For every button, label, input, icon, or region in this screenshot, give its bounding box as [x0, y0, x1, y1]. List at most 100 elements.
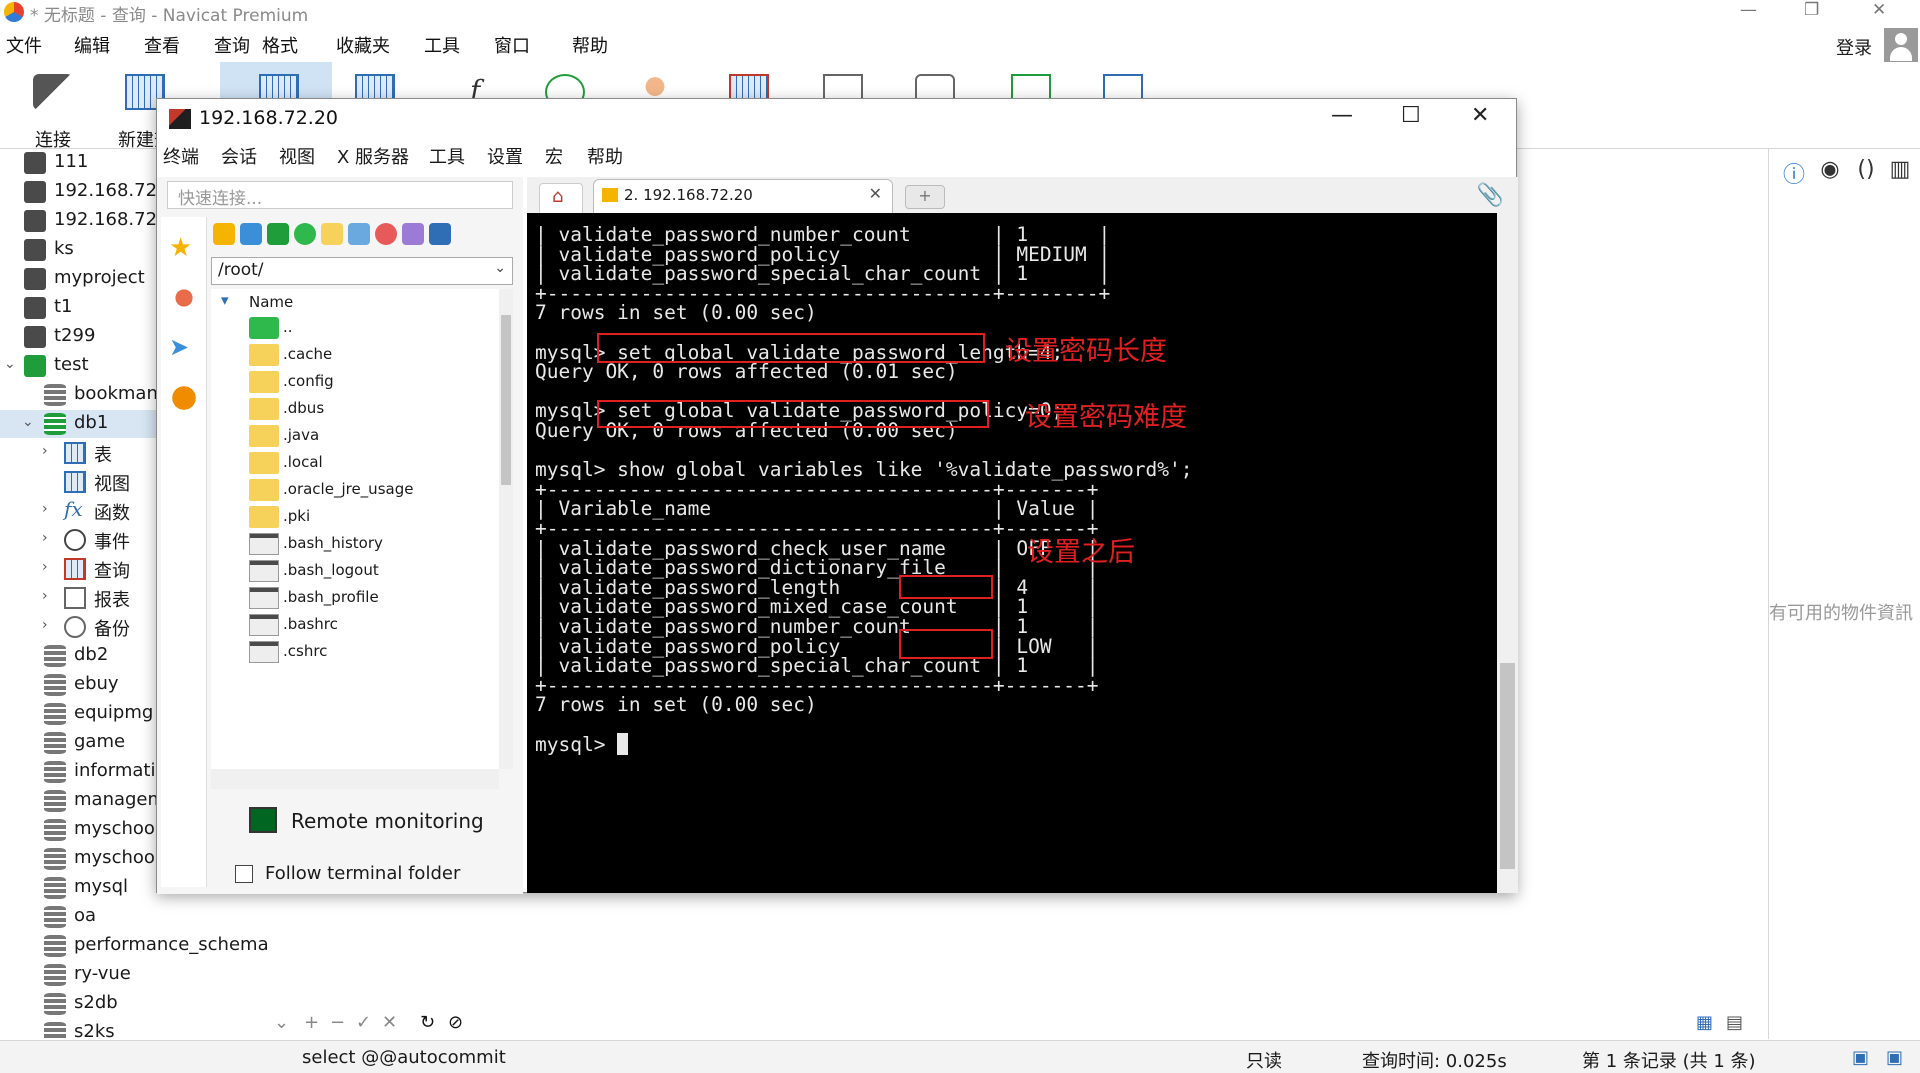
menu-settings[interactable]: 设置	[487, 143, 523, 169]
menu-favorites[interactable]: 收藏夹	[336, 32, 390, 58]
menu-view[interactable]: 视图	[279, 143, 315, 169]
file-icon	[249, 614, 279, 636]
tree-db[interactable]: performance_schema	[0, 932, 296, 960]
chevron-right-icon[interactable]: ›	[42, 617, 48, 633]
chevron-right-icon[interactable]: ›	[42, 530, 48, 546]
rename-icon[interactable]	[402, 223, 424, 245]
menu-format[interactable]: 格式	[262, 32, 298, 58]
new-tab-button[interactable]: +	[905, 185, 945, 209]
file-row[interactable]: .java	[211, 423, 491, 450]
user-avatar-icon[interactable]	[1884, 28, 1918, 62]
chevron-down-icon[interactable]: ⌄	[22, 414, 34, 430]
file-row[interactable]: .pki	[211, 504, 491, 531]
minimize-icon[interactable]: —	[1740, 0, 1757, 20]
session-tab-active[interactable]: 2. 192.168.72.20 ✕	[593, 179, 893, 213]
remove-icon[interactable]: −	[330, 1012, 345, 1033]
tree-db[interactable]: ry-vue	[0, 961, 296, 989]
file-row[interactable]: .bashrc	[211, 612, 491, 639]
file-row[interactable]: .bash_history	[211, 531, 491, 558]
menu-window[interactable]: 窗口	[494, 32, 530, 58]
scrollbar-thumb[interactable]	[501, 315, 511, 485]
file-row[interactable]: .cache	[211, 342, 491, 369]
file-row[interactable]: .cshrc	[211, 639, 491, 666]
file-list-hscrollbar[interactable]	[211, 769, 499, 789]
chevron-right-icon[interactable]: ›	[42, 588, 48, 604]
ddl-icon[interactable]: ()	[1853, 157, 1879, 183]
file-row[interactable]: .local	[211, 450, 491, 477]
refresh-icon[interactable]: ↻	[420, 1012, 435, 1033]
new-folder-icon[interactable]	[321, 223, 343, 245]
properties-icon[interactable]	[429, 223, 451, 245]
scrollbar-thumb[interactable]	[1500, 663, 1515, 869]
close-tab-icon[interactable]: ✕	[869, 184, 882, 203]
connect-button[interactable]: 连接	[18, 68, 88, 151]
menu-session[interactable]: 会话	[221, 143, 257, 169]
minimize-icon[interactable]: —	[1331, 103, 1353, 128]
quick-connect-input[interactable]: 快速连接...	[167, 181, 513, 209]
tree-item-label: bookman	[74, 383, 158, 404]
menu-file[interactable]: 文件	[6, 32, 42, 58]
delete-icon[interactable]	[375, 223, 397, 245]
send-icon[interactable]: ➤	[169, 333, 199, 363]
chevron-down-icon[interactable]: ⌄	[494, 260, 506, 276]
columns-icon[interactable]: ▥	[1887, 157, 1913, 183]
tree-item-label: myproject	[54, 267, 145, 288]
new-file-icon[interactable]	[348, 223, 370, 245]
file-list-header[interactable]: ▾ Name	[211, 289, 513, 313]
microphone-icon[interactable]	[169, 283, 199, 313]
tree-db[interactable]: oa	[0, 903, 296, 931]
tree-db[interactable]: s2db	[0, 990, 296, 1018]
tree-item-label: test	[54, 354, 89, 375]
chevron-right-icon[interactable]: ›	[42, 443, 48, 459]
menu-xserver[interactable]: X 服务器	[337, 143, 409, 169]
menu-query[interactable]: 查询	[214, 32, 250, 58]
menu-help[interactable]: 帮助	[572, 32, 608, 58]
terminal-scrollbar[interactable]	[1497, 213, 1518, 893]
stop-icon[interactable]: ⊘	[448, 1012, 463, 1033]
close-icon[interactable]: ✕	[1471, 103, 1489, 128]
menu-tools[interactable]: 工具	[429, 143, 465, 169]
chevron-down-icon[interactable]: ⌄	[274, 1012, 289, 1033]
close-icon[interactable]: ✕	[1872, 0, 1886, 20]
chevron-right-icon[interactable]: ›	[42, 501, 48, 517]
menu-tools[interactable]: 工具	[424, 32, 460, 58]
parent-folder-icon[interactable]	[213, 223, 235, 245]
restore-icon[interactable]: ❐	[1804, 0, 1819, 20]
menu-help[interactable]: 帮助	[587, 143, 623, 169]
menu-view[interactable]: 查看	[144, 32, 180, 58]
maximize-icon[interactable]: ☐	[1401, 103, 1421, 128]
follow-terminal-checkbox[interactable]	[235, 865, 253, 883]
globe-icon[interactable]	[169, 383, 199, 413]
panel-toggle-icon[interactable]: ▣	[1852, 1047, 1869, 1068]
menu-macro[interactable]: 宏	[545, 143, 563, 169]
chevron-right-icon[interactable]: ›	[42, 559, 48, 575]
info-icon[interactable]: ⓘ	[1781, 157, 1807, 188]
menu-terminal[interactable]: 终端	[163, 143, 199, 169]
file-row[interactable]: .bash_profile	[211, 585, 491, 612]
file-row[interactable]: .bash_logout	[211, 558, 491, 585]
form-view-icon[interactable]: ▤	[1726, 1012, 1743, 1033]
file-list-scrollbar[interactable]	[499, 289, 513, 769]
refresh-icon[interactable]	[294, 223, 316, 245]
terminal-output[interactable]: | validate_password_number_count | 1 | | …	[527, 213, 1497, 893]
menu-edit[interactable]: 编辑	[74, 32, 110, 58]
check-icon[interactable]: ✓	[356, 1012, 371, 1033]
upload-icon[interactable]	[267, 223, 289, 245]
eye-icon[interactable]: ◉	[1817, 157, 1843, 183]
file-row[interactable]: .dbus	[211, 396, 491, 423]
add-icon[interactable]: +	[304, 1012, 319, 1033]
login-button[interactable]: 登录	[1836, 34, 1872, 60]
cancel-icon[interactable]: ✕	[382, 1012, 397, 1033]
path-combobox[interactable]: /root/ ⌄	[211, 257, 513, 285]
file-row[interactable]: .config	[211, 369, 491, 396]
chevron-down-icon[interactable]: ⌄	[4, 356, 16, 372]
remote-monitoring-button[interactable]: Remote monitoring	[291, 809, 484, 833]
file-row[interactable]: .oracle_jre_usage	[211, 477, 491, 504]
file-row[interactable]: ..	[211, 315, 491, 342]
panel-toggle-icon[interactable]: ▣	[1886, 1047, 1903, 1068]
paperclip-icon[interactable]: 📎	[1477, 183, 1504, 208]
star-icon[interactable]: ★	[169, 233, 199, 263]
grid-view-icon[interactable]: ▦	[1696, 1012, 1713, 1033]
home-tab[interactable]: ⌂	[539, 183, 583, 213]
download-icon[interactable]	[240, 223, 262, 245]
